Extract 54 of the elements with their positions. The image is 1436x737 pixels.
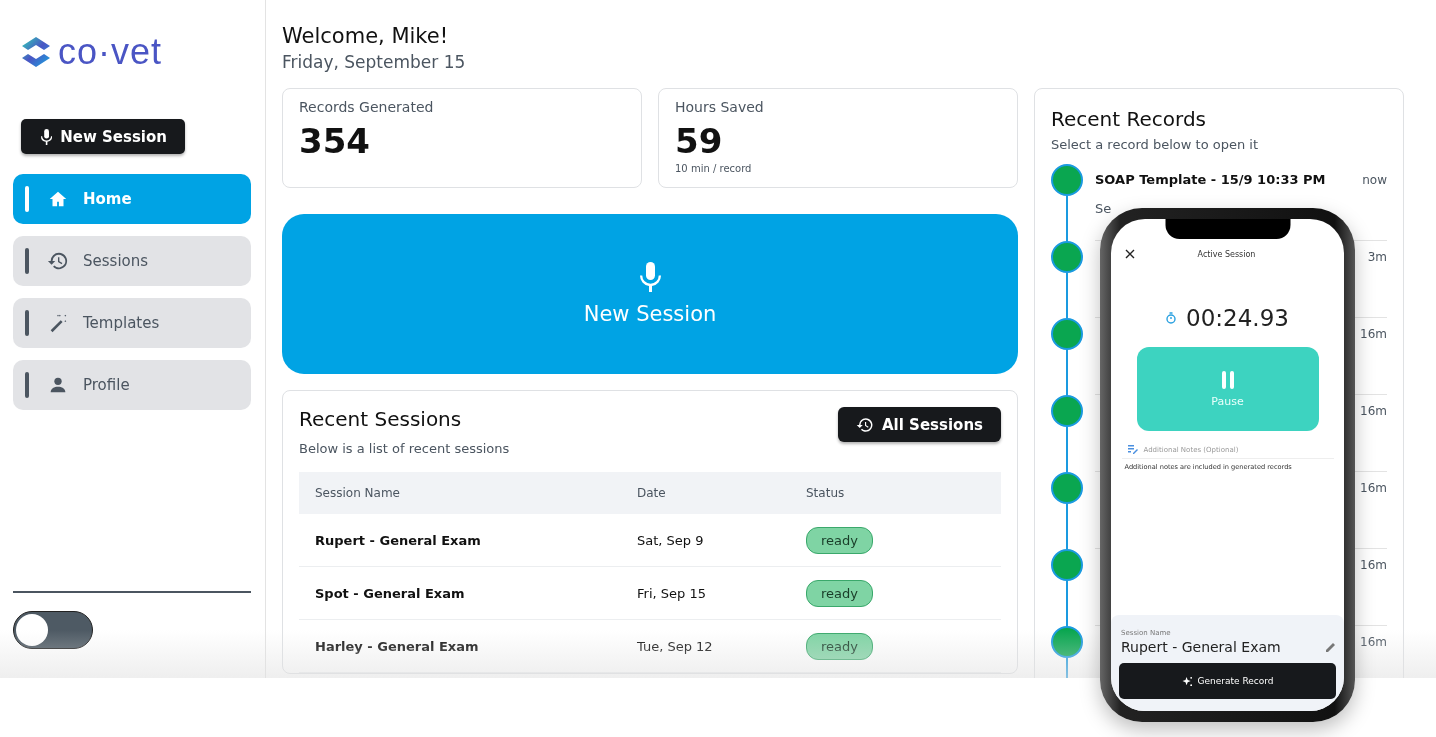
stat-value: 354 (299, 121, 370, 161)
note-edit-icon (1127, 445, 1138, 454)
history-icon (47, 250, 69, 272)
session-name-cell: Spot - General Exam (299, 566, 621, 620)
history-icon (856, 415, 874, 434)
column-header: Status (790, 472, 1001, 514)
record-time: 16m (1360, 634, 1387, 651)
session-name-cell: Rupert - General Exam (299, 514, 621, 567)
stat-note: 10 min / record (675, 163, 752, 174)
column-header: Session Name (299, 472, 621, 514)
stat-label: Records Generated (299, 99, 434, 115)
date-cell: Fri, Sep 15 (621, 566, 790, 620)
date-text: Friday, September 15 (282, 52, 467, 72)
stat-label: Hours Saved (675, 99, 764, 115)
section-subtitle: Select a record below to open it (1051, 137, 1260, 152)
timer-text: 00:24.93 (1186, 305, 1289, 331)
screen-title: Active Session (1196, 249, 1257, 259)
session-name-cell: Harley - General Exam (299, 619, 621, 673)
sparkle-icon (1181, 675, 1193, 687)
logo-text: co·vet (58, 31, 163, 73)
close-icon[interactable] (1125, 249, 1135, 259)
record-title[interactable]: SOAP Template - 15/9 10:33 PM (1095, 172, 1326, 187)
status-badge: ready (806, 526, 873, 554)
all-sessions-button[interactable]: All Sessions (838, 407, 1001, 442)
pause-icon (1220, 370, 1235, 389)
status-badge: ready (806, 579, 873, 607)
record-time: 16m (1360, 403, 1387, 420)
section-title: Recent Sessions (299, 407, 463, 431)
nav-item[interactable]: Templates (13, 298, 251, 348)
record-time: 3m (1367, 249, 1387, 266)
section-subtitle: Below is a list of recent sessions (299, 441, 510, 456)
pencil-icon[interactable] (1326, 642, 1336, 652)
column-header: Date (621, 472, 790, 514)
stat-value: 59 (675, 121, 723, 161)
microphone-icon (639, 262, 661, 292)
new-session-button[interactable]: New Session (21, 119, 185, 154)
microphone-icon (41, 128, 53, 145)
record-subtitle: Se (1095, 201, 1112, 216)
record-time: 16m (1360, 480, 1387, 497)
status-badge: ready (806, 632, 873, 660)
date-cell: Sat, Sep 9 (621, 514, 790, 567)
section-title: Recent Records (1051, 107, 1206, 131)
generate-record-button[interactable]: Generate Record (1119, 663, 1336, 699)
dark-mode-toggle[interactable] (13, 611, 93, 649)
logo-icon (20, 35, 52, 69)
stopwatch-icon (1166, 312, 1177, 324)
welcome-title: Welcome, Mike! (282, 24, 450, 48)
record-time: now (1362, 172, 1387, 189)
date-cell: Tue, Sep 12 (621, 619, 790, 673)
session-name-field[interactable]: Rupert - General Exam (1121, 639, 1281, 655)
record-time: 16m (1360, 557, 1387, 574)
record-time: 16m (1360, 326, 1387, 343)
nav-item[interactable]: Profile (13, 360, 251, 410)
nav-item[interactable]: Sessions (13, 236, 251, 286)
